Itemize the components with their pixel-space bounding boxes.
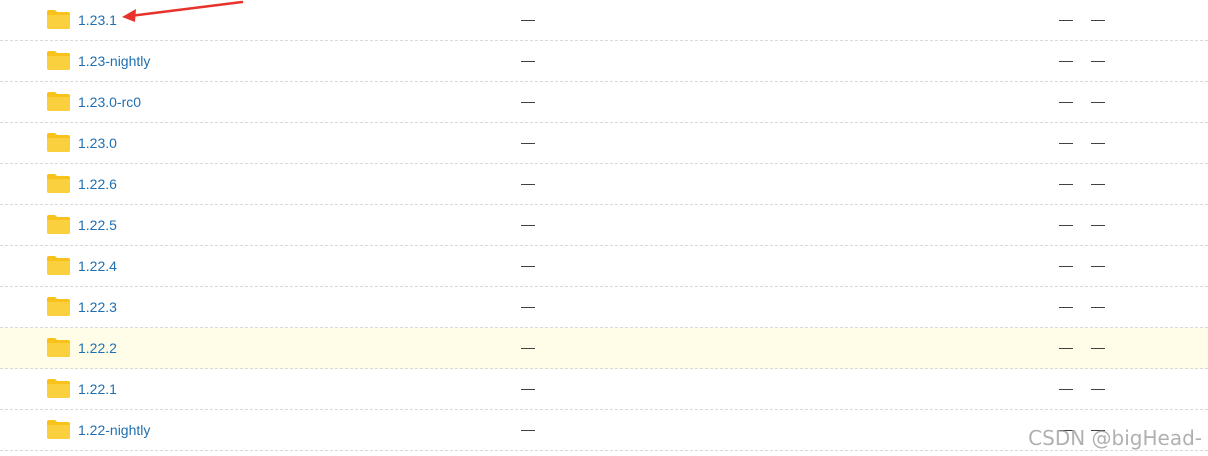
- size-value: —: [521, 298, 535, 314]
- folder-icon: [47, 133, 70, 152]
- folder-icon: [47, 420, 70, 439]
- folder-link[interactable]: 1.22.6: [78, 176, 117, 192]
- size-value: —: [521, 93, 535, 109]
- modified-value: —: [1059, 52, 1073, 68]
- modified-value: —: [1091, 52, 1105, 68]
- size-value: —: [521, 11, 535, 27]
- modified-value: —: [1059, 216, 1073, 232]
- modified-value: —: [1091, 380, 1105, 396]
- folder-icon: [47, 256, 70, 275]
- size-value: —: [521, 421, 535, 437]
- folder-icon: [47, 92, 70, 111]
- folder-icon: [47, 10, 70, 29]
- size-value: —: [521, 339, 535, 355]
- watermark: CSDN @bigHead-: [1028, 426, 1202, 450]
- file-list: 1.23.1 — — — 1.23-nightly — — — 1.23.0-r…: [0, 0, 1208, 456]
- size-value: —: [521, 257, 535, 273]
- list-item[interactable]: 1.22.4 — — —: [0, 246, 1208, 287]
- list-item[interactable]: 1.22.1 — — —: [0, 369, 1208, 410]
- modified-value: —: [1059, 93, 1073, 109]
- list-item[interactable]: 1.23-nightly — — —: [0, 41, 1208, 82]
- folder-icon: [47, 297, 70, 316]
- folder-link[interactable]: 1.22.1: [78, 381, 117, 397]
- folder-link[interactable]: 1.22.5: [78, 217, 117, 233]
- folder-icon: [47, 51, 70, 70]
- folder-icon: [47, 174, 70, 193]
- modified-value: —: [1059, 257, 1073, 273]
- folder-icon: [47, 215, 70, 234]
- folder-link[interactable]: 1.23-nightly: [78, 53, 150, 69]
- folder-icon: [47, 379, 70, 398]
- modified-value: —: [1091, 93, 1105, 109]
- modified-value: —: [1059, 11, 1073, 27]
- modified-value: —: [1059, 298, 1073, 314]
- modified-value: —: [1091, 257, 1105, 273]
- modified-value: —: [1091, 216, 1105, 232]
- list-item[interactable]: 1.22.5 — — —: [0, 205, 1208, 246]
- modified-value: —: [1091, 134, 1105, 150]
- size-value: —: [521, 216, 535, 232]
- modified-value: —: [1059, 380, 1073, 396]
- modified-value: —: [1091, 175, 1105, 191]
- folder-link[interactable]: 1.22.3: [78, 299, 117, 315]
- modified-value: —: [1091, 11, 1105, 27]
- size-value: —: [521, 134, 535, 150]
- folder-link[interactable]: 1.23.0: [78, 135, 117, 151]
- folder-link[interactable]: 1.23.0-rc0: [78, 94, 141, 110]
- folder-link[interactable]: 1.22-nightly: [78, 422, 150, 438]
- list-item[interactable]: 1.22-nightly — — —: [0, 410, 1208, 451]
- modified-value: —: [1091, 298, 1105, 314]
- list-item[interactable]: 1.23.1 — — —: [0, 0, 1208, 41]
- folder-link[interactable]: 1.23.1: [78, 12, 117, 28]
- modified-value: —: [1059, 175, 1073, 191]
- modified-value: —: [1059, 339, 1073, 355]
- list-item[interactable]: 1.23.0 — — —: [0, 123, 1208, 164]
- list-item[interactable]: 1.22.3 — — —: [0, 287, 1208, 328]
- size-value: —: [521, 175, 535, 191]
- list-item[interactable]: 1.22.6 — — —: [0, 164, 1208, 205]
- size-value: —: [521, 380, 535, 396]
- modified-value: —: [1091, 339, 1105, 355]
- folder-icon: [47, 338, 70, 357]
- list-item[interactable]: 1.23.0-rc0 — — —: [0, 82, 1208, 123]
- list-item-highlighted[interactable]: 1.22.2 — — —: [0, 328, 1208, 369]
- folder-link[interactable]: 1.22.4: [78, 258, 117, 274]
- modified-value: —: [1059, 134, 1073, 150]
- size-value: —: [521, 52, 535, 68]
- folder-link[interactable]: 1.22.2: [78, 340, 117, 356]
